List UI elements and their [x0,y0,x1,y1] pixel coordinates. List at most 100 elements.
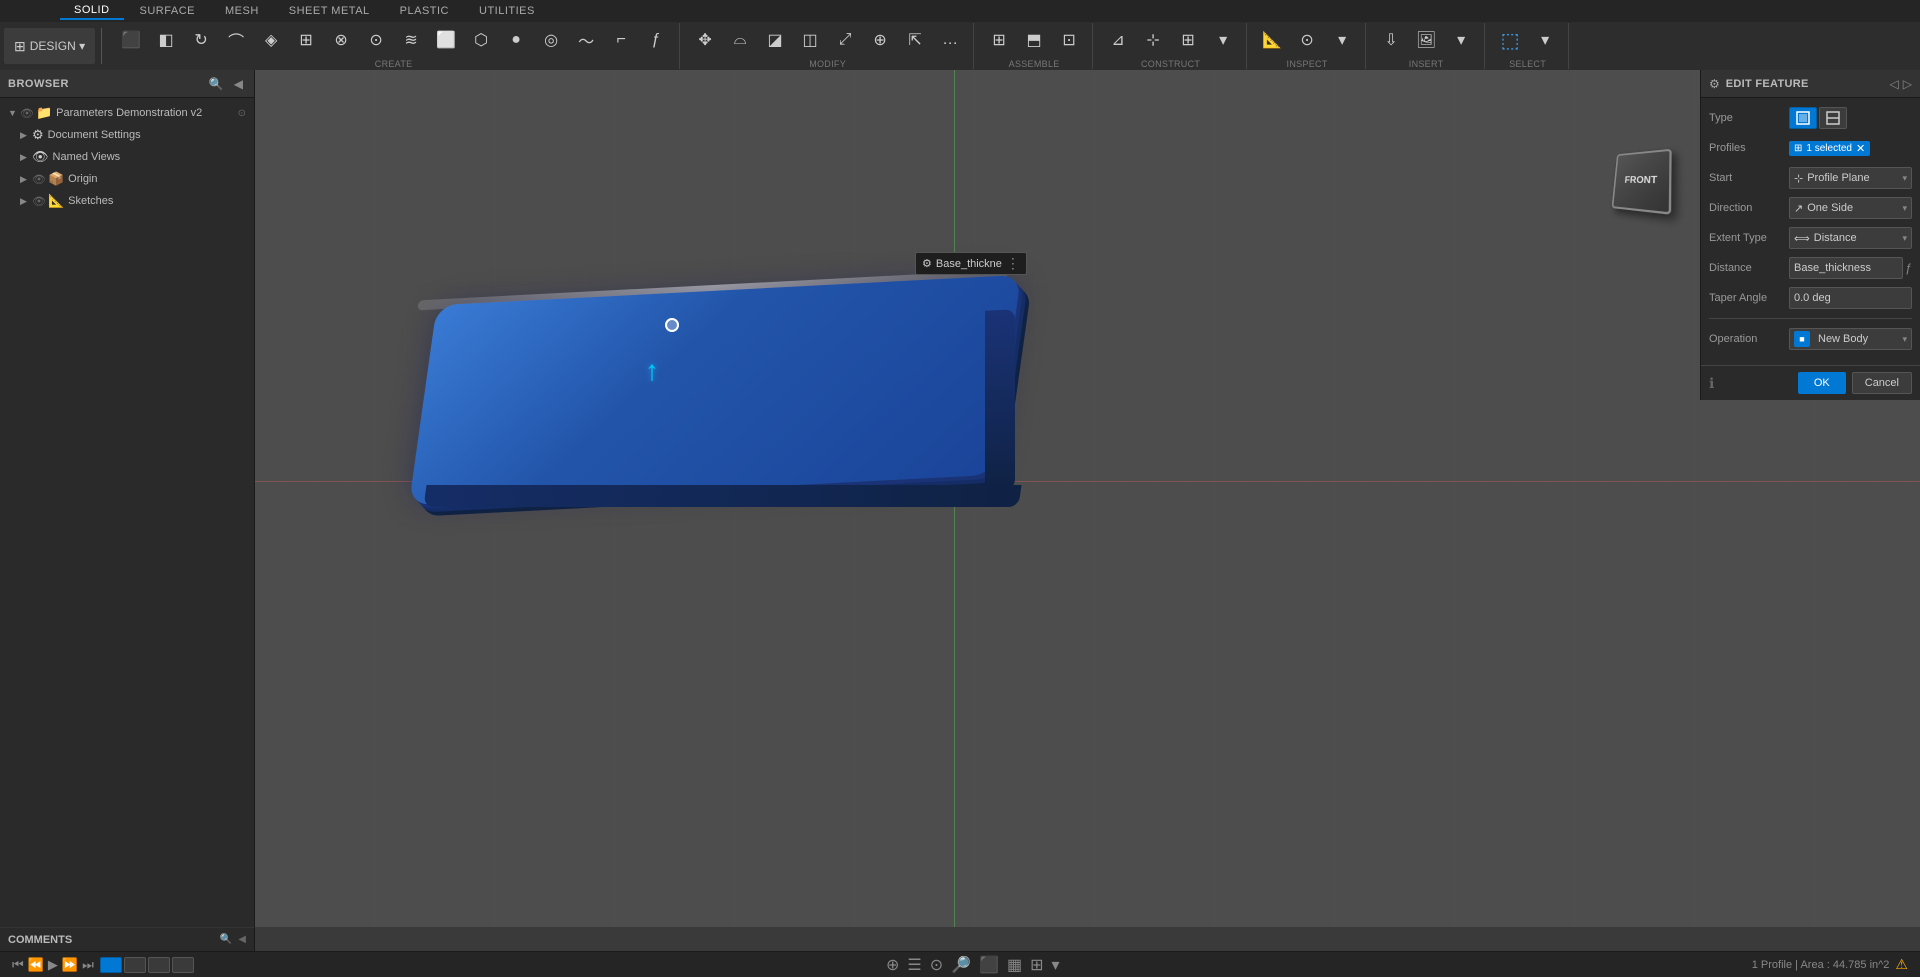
inspect2-icon[interactable]: ⊙ [1290,23,1324,57]
assemble1-icon[interactable]: ⊞ [982,23,1016,57]
ef-cancel-button[interactable]: Cancel [1852,372,1912,394]
ef-profiles-remove-icon[interactable]: ✕ [1856,142,1865,155]
assemble3-icon[interactable]: ⊡ [1052,23,1086,57]
shell-icon[interactable]: ◫ [793,23,827,57]
ef-extent-type-dropdown[interactable]: ⟺ Distance ▾ [1789,227,1912,249]
playback-start-icon[interactable]: ⏮ [12,957,24,973]
ef-profiles-value[interactable]: ⊞ 1 selected ✕ [1789,141,1912,156]
ef-distance-formula-icon[interactable]: ƒ [1905,261,1912,275]
tab-sheet-metal[interactable]: SHEET METAL [275,3,384,19]
browser-search-icon[interactable]: 🔍 [206,76,227,92]
sweep-icon[interactable]: ⌒ [219,23,253,57]
move-icon[interactable]: ✥ [688,23,722,57]
construct2-icon[interactable]: ⊹ [1136,23,1170,57]
tab-solid[interactable]: SOLID [60,2,124,20]
frame-box-4[interactable] [172,957,194,973]
box-icon[interactable]: ⬜ [429,23,463,57]
display1-icon[interactable]: ⬛ [979,955,999,975]
torus-icon[interactable]: ◎ [534,23,568,57]
tab-plastic[interactable]: PLASTIC [386,3,463,19]
new-component-icon[interactable]: ⬛ [114,23,148,57]
pipe-icon[interactable]: ⌐ [604,23,638,57]
cube-face[interactable]: FRONT [1612,149,1672,215]
select1-icon[interactable]: ⬚ [1493,23,1527,57]
root-eye-icon[interactable]: 👁 [20,107,34,120]
playback-end-icon[interactable]: ⏭ [82,957,94,973]
offset-icon[interactable]: ⇱ [898,23,932,57]
sketches-eye-icon[interactable]: 👁 [32,195,46,208]
playback-prev-icon[interactable]: ⏪ [28,957,44,973]
construct3-icon[interactable]: ⊞ [1171,23,1205,57]
ef-operation-dropdown[interactable]: ■ New Body ▾ [1789,328,1912,350]
orbit-icon[interactable]: ⊙ [930,955,943,975]
browser-collapse-icon[interactable]: ◀ [231,76,246,92]
ef-expand-icon[interactable]: ◁ [1890,77,1899,91]
extrude-icon[interactable]: ◧ [149,23,183,57]
body-top-face[interactable] [409,275,1021,505]
display2-icon[interactable]: ▦ [1007,955,1022,975]
chamfer-icon[interactable]: ◪ [758,23,792,57]
tree-item-doc-settings[interactable]: ▶ ⚙ Document Settings [0,124,254,146]
tab-utilities[interactable]: UTILITIES [465,3,549,19]
ef-ok-button[interactable]: OK [1798,372,1846,394]
ef-type-btn-1[interactable] [1789,107,1817,129]
fillet-icon[interactable]: ⌓ [723,23,757,57]
combine-icon[interactable]: ⊕ [863,23,897,57]
frame-box-1[interactable] [100,957,122,973]
root-settings-icon[interactable]: ⊙ [238,108,246,119]
tree-item-sketches[interactable]: ▶ 👁 📐 Sketches [0,190,254,212]
ef-taper-input[interactable] [1789,287,1912,309]
viewport[interactable]: ↑ ⚙ Base_thickne ⋮ FRONT [255,70,1920,927]
formula-icon[interactable]: ƒ [639,23,673,57]
ef-info-icon[interactable]: ℹ [1709,375,1714,392]
comments-collapse-icon[interactable]: ◀ [238,934,246,945]
ef-direction-dropdown[interactable]: ↗ One Side ▾ [1789,197,1912,219]
frame-box-3[interactable] [148,957,170,973]
frame-box-2[interactable] [124,957,146,973]
loft-icon[interactable]: ◈ [254,23,288,57]
insert2-icon[interactable]: 🖼 [1409,23,1443,57]
handle-circle[interactable] [665,318,679,332]
construct1-icon[interactable]: ⊿ [1101,23,1135,57]
thread-icon[interactable]: ≋ [394,23,428,57]
cylinder-icon[interactable]: ⬡ [464,23,498,57]
ef-start-dropdown[interactable]: ⊹ Profile Plane ▾ [1789,167,1912,189]
dim-more-icon[interactable]: ⋮ [1006,255,1020,272]
tab-mesh[interactable]: MESH [211,3,273,19]
nav-cube[interactable]: FRONT [1610,150,1690,230]
more-modify-icon[interactable]: … [933,23,967,57]
pan-icon[interactable]: ☰ [907,955,921,975]
inspect1-icon[interactable]: 📐 [1255,23,1289,57]
tree-item-named-views[interactable]: ▶ 👁 Named Views [0,146,254,168]
display-more-icon[interactable]: ▾ [1052,955,1060,975]
zoom-icon[interactable]: 🔎 [951,955,971,975]
hole-icon[interactable]: ⊙ [359,23,393,57]
ef-profiles-tag[interactable]: ⊞ 1 selected ✕ [1789,141,1870,156]
dimension-label[interactable]: ⚙ Base_thickne ⋮ [915,252,1027,275]
design-button[interactable]: ⊞ DESIGN ▾ [4,28,95,64]
comments-search-icon[interactable]: 🔍 [220,934,232,945]
assemble2-icon[interactable]: ⬒ [1017,23,1051,57]
scale-icon[interactable]: ⤢ [828,23,862,57]
ef-type-btn-2[interactable] [1819,107,1847,129]
insert1-icon[interactable]: ⇩ [1374,23,1408,57]
rib-icon[interactable]: ⊞ [289,23,323,57]
origin-eye-icon[interactable]: 👁 [32,173,46,186]
insert-down-icon[interactable]: ▾ [1444,23,1478,57]
sphere-icon[interactable]: ● [499,23,533,57]
coil-icon[interactable]: 〜 [569,23,603,57]
construct-down-icon[interactable]: ▾ [1206,23,1240,57]
display3-icon[interactable]: ⊞ [1030,955,1043,975]
revolve-icon[interactable]: ↻ [184,23,218,57]
tree-item-root[interactable]: ▼ 👁 📁 Parameters Demonstration v2 ⊙ [0,102,254,124]
playback-play-icon[interactable]: ▶ [48,957,58,973]
web-icon[interactable]: ⊗ [324,23,358,57]
tree-item-origin[interactable]: ▶ 👁 📦 Origin [0,168,254,190]
select-down-icon[interactable]: ▾ [1528,23,1562,57]
tab-surface[interactable]: SURFACE [126,3,209,19]
snap-icon[interactable]: ⊕ [886,955,899,975]
extrude-arrow[interactable]: ↑ [645,355,659,387]
inspect3-icon[interactable]: ▾ [1325,23,1359,57]
playback-next-icon[interactable]: ⏩ [62,957,78,973]
ef-pin-icon[interactable]: ▷ [1903,77,1912,91]
